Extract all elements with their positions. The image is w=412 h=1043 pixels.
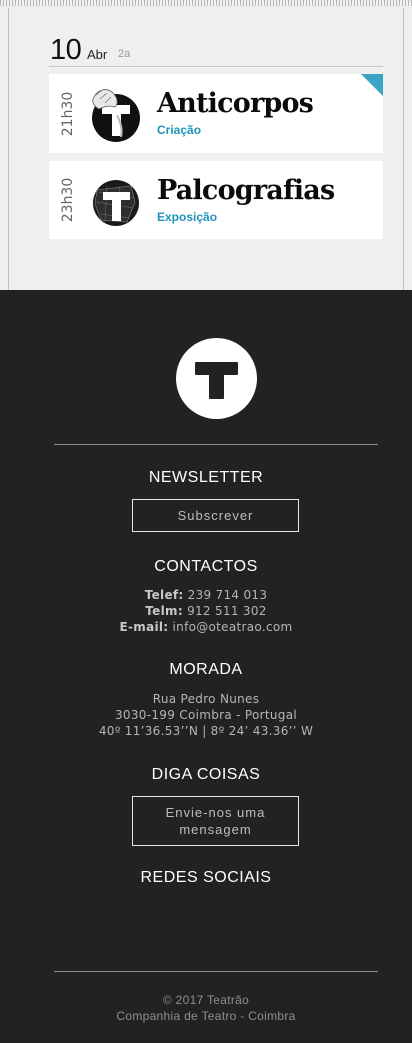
date-weekday: 2a (118, 48, 131, 60)
phone-label: Telef: (144, 588, 184, 602)
site-footer: NEWSLETTER Subscrever CONTACTOS Telef: 2… (0, 290, 412, 1043)
event-time: 21h30 (60, 91, 76, 137)
send-message-button[interactable]: Envie-nos uma mensagem (132, 796, 299, 846)
left-guide-line (8, 8, 9, 290)
footer-divider (54, 971, 378, 972)
date-month: Abr (87, 47, 108, 62)
event-card-anticorpos[interactable]: 21h30 Anticorpos Criação (49, 74, 383, 153)
phone-line: Telef: 239 714 013 (0, 587, 412, 603)
teatrao-logo-icon[interactable] (176, 338, 257, 419)
event-title: Anticorpos (157, 88, 314, 119)
copyright: © 2017 Teatrão Companhia de Teatro - Coi… (0, 992, 412, 1024)
event-category: Criação (157, 123, 202, 137)
copyright-line2: Companhia de Teatro - Coimbra (116, 1009, 296, 1023)
phone-number[interactable]: 239 714 013 (188, 588, 268, 602)
email-link[interactable]: info@oteatrao.com (173, 620, 293, 634)
email-line: E-mail: info@oteatrao.com (0, 619, 412, 635)
top-ruler-decoration (0, 0, 412, 10)
address-coordinates: 40º 11’36.53’’N | 8º 24’ 43.36’’ W (98, 724, 314, 738)
event-thumbnail (93, 180, 139, 226)
event-time: 23h30 (60, 177, 76, 223)
mobile-number[interactable]: 912 511 302 (187, 604, 267, 618)
event-category: Exposição (157, 210, 218, 224)
date-day: 10 (50, 34, 82, 66)
mobile-line: Telm: 912 511 302 (0, 603, 412, 619)
newsletter-heading: NEWSLETTER (148, 469, 264, 486)
address-city: 3030-199 Coimbra - Portugal (115, 708, 297, 722)
email-label: E-mail: (119, 620, 169, 634)
copyright-line1: © 2017 Teatrão (162, 993, 250, 1007)
featured-corner-flag (361, 74, 383, 96)
event-title: Palcografias (157, 175, 335, 206)
right-guide-line (403, 8, 404, 290)
diga-coisas-heading: DIGA COISAS (151, 766, 261, 783)
footer-divider (54, 444, 378, 445)
event-thumbnail (92, 89, 140, 142)
date-header: 10 Abr 2a (49, 34, 383, 67)
address-street: Rua Pedro Nunes (152, 692, 260, 706)
address-info: Rua Pedro Nunes 3030-199 Coimbra - Portu… (0, 691, 412, 739)
send-message-label-line1: Envie-nos uma (165, 805, 266, 820)
contacts-heading: CONTACTOS (154, 558, 258, 575)
send-message-label-line2: mensagem (179, 822, 252, 837)
mobile-label: Telm: (145, 604, 183, 618)
event-card-palcografias[interactable]: 23h30 Palcografias Exposição (49, 161, 383, 239)
address-heading: MORADA (169, 661, 243, 678)
social-heading: REDES SOCIAIS (140, 869, 272, 886)
contacts-info: Telef: 239 714 013 Telm: 912 511 302 E-m… (0, 587, 412, 635)
subscribe-button[interactable]: Subscrever (132, 499, 299, 532)
